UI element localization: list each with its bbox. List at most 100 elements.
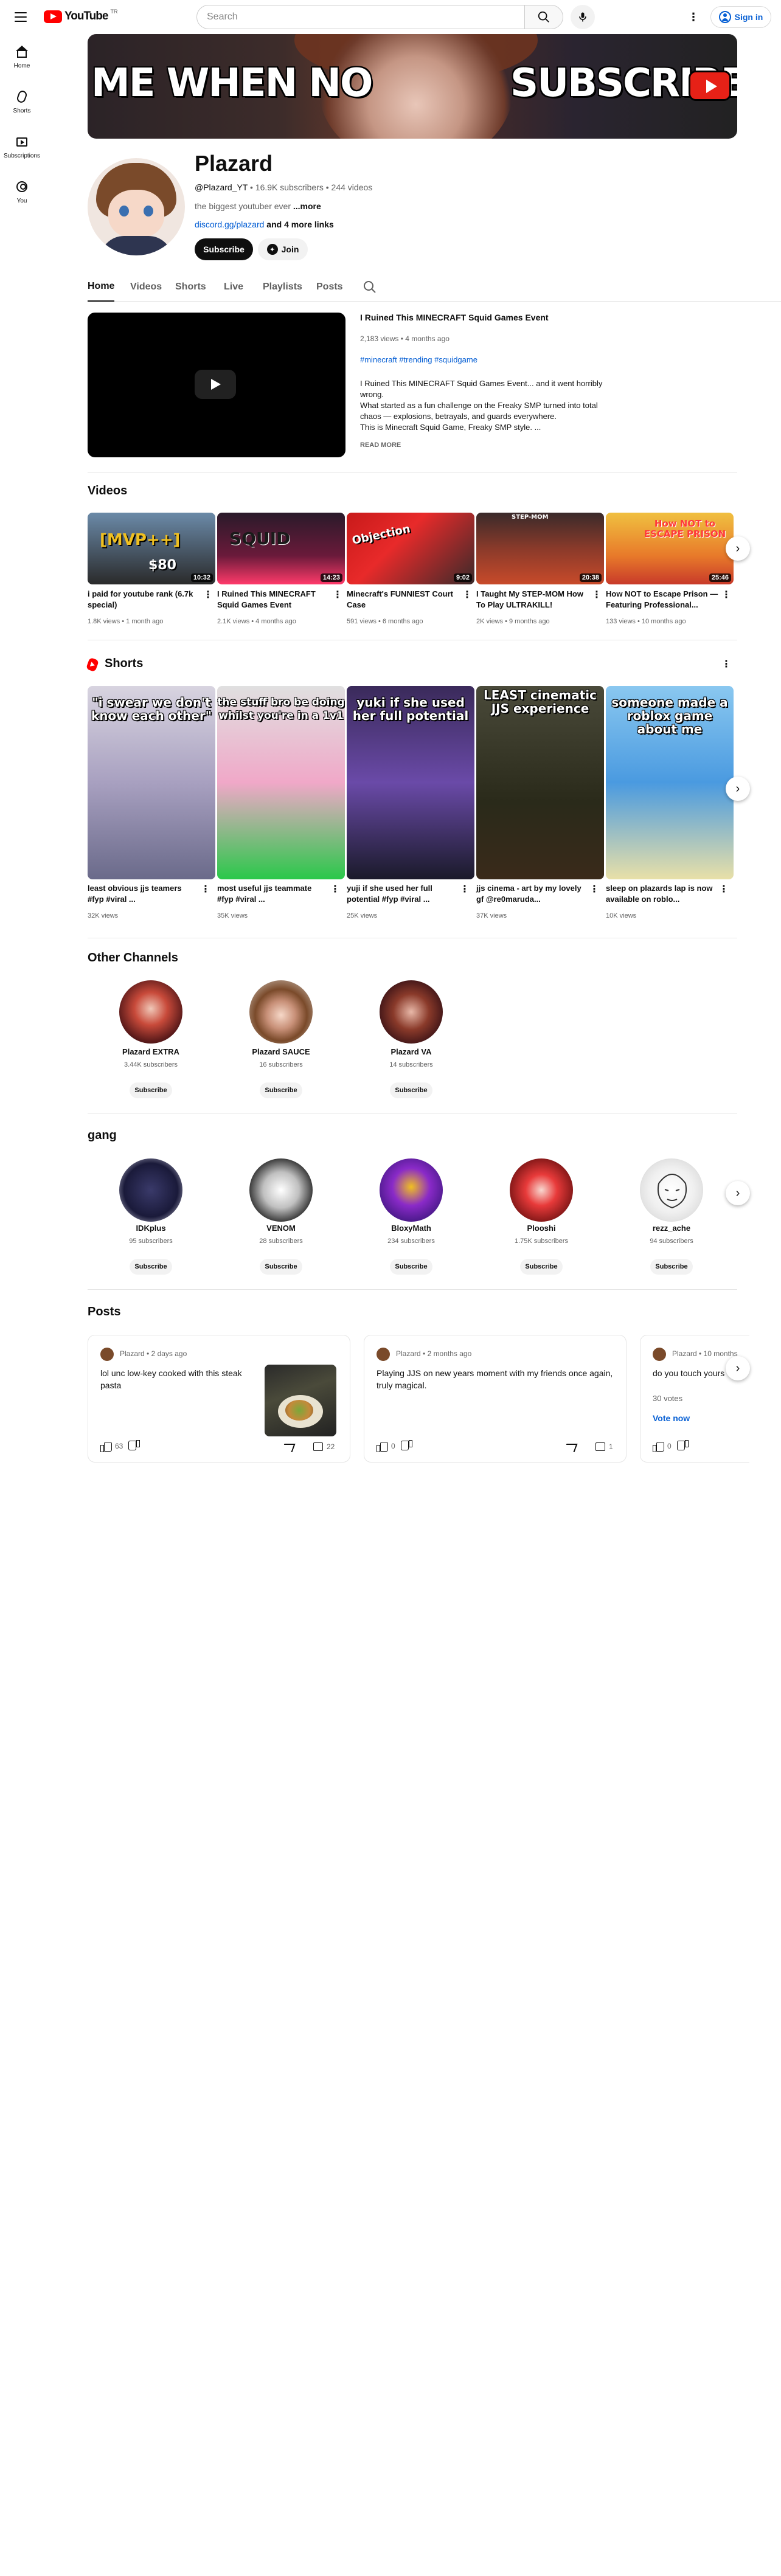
channel-subscribe-button[interactable]: Subscribe [260, 1259, 302, 1275]
short-thumbnail[interactable]: the stuff bro be doing whilst you're in … [217, 686, 345, 879]
shorts-menu-icon[interactable]: ⋮ [721, 658, 731, 670]
channel-subscribe-button[interactable]: Subscribe [260, 1082, 302, 1098]
like-icon[interactable] [653, 1441, 664, 1452]
read-more-link[interactable]: READ MORE [360, 441, 401, 449]
tab-home[interactable]: Home [88, 272, 115, 302]
community-post[interactable]: Plazard • 10 months do you touch yours 3… [640, 1335, 749, 1463]
channel-avatar[interactable] [640, 1158, 703, 1222]
video-menu-icon[interactable]: ⋮ [333, 589, 342, 601]
video-menu-icon[interactable]: ⋮ [592, 589, 602, 601]
featured-video-hashtags[interactable]: #minecraft #trending #squidgame [360, 355, 477, 364]
video-title[interactable]: I Ruined This MINECRAFT Squid Games Even… [217, 589, 330, 611]
youtube-logo[interactable]: YouTube TR [44, 9, 117, 23]
sidebar-item-shorts[interactable]: Shorts [2, 79, 41, 124]
gang-section-title[interactable]: gang [88, 1129, 117, 1143]
channel-subscribe-button[interactable]: Subscribe [650, 1259, 693, 1275]
channel-subscribe-button[interactable]: Subscribe [390, 1259, 432, 1275]
channel-avatar[interactable] [119, 980, 182, 1044]
like-icon[interactable] [100, 1441, 112, 1452]
short-title[interactable]: yuji if she used her full potential #fyp… [347, 883, 456, 905]
carousel-next-button[interactable]: › [726, 777, 750, 801]
dislike-icon[interactable] [129, 1441, 140, 1451]
other-channels-title[interactable]: Other Channels [88, 951, 178, 965]
channel-avatar[interactable] [510, 1158, 573, 1222]
posts-section-title[interactable]: Posts [88, 1305, 120, 1319]
carousel-next-button[interactable]: › [726, 1356, 750, 1380]
sidebar-item-you[interactable]: You [2, 169, 41, 214]
channel-card-name[interactable]: BloxyMath [356, 1224, 466, 1233]
tab-videos[interactable]: Videos [130, 272, 162, 302]
description-more-link[interactable]: ...more [293, 201, 321, 211]
videos-section-title[interactable]: Videos [88, 484, 127, 498]
video-menu-icon[interactable]: ⋮ [203, 589, 213, 601]
short-menu-icon[interactable]: ⋮ [589, 883, 599, 895]
short-menu-icon[interactable]: ⋮ [460, 883, 470, 895]
share-icon[interactable] [563, 1444, 578, 1452]
carousel-next-button[interactable]: › [726, 536, 750, 561]
comment-icon[interactable] [313, 1442, 323, 1451]
channel-card-name[interactable]: Plazard EXTRA [96, 1047, 206, 1056]
voice-search-button[interactable] [571, 5, 595, 29]
settings-menu-icon[interactable]: ⋮ [686, 10, 701, 24]
video-menu-icon[interactable]: ⋮ [462, 589, 472, 601]
join-button[interactable]: ✦ Join [258, 238, 308, 260]
community-post[interactable]: Plazard • 2 months ago Playing JJS on ne… [364, 1335, 627, 1463]
short-menu-icon[interactable]: ⋮ [201, 883, 210, 895]
channel-card-name[interactable]: VENOM [226, 1224, 336, 1233]
dislike-icon[interactable] [401, 1441, 412, 1451]
short-title[interactable]: most useful jjs teammate #fyp #viral ... [217, 883, 327, 905]
video-title[interactable]: I Taught My STEP-MOM How To Play ULTRAKI… [476, 589, 589, 611]
like-icon[interactable] [377, 1441, 388, 1452]
post-image[interactable] [265, 1365, 336, 1436]
video-title[interactable]: How NOT to Escape Prison — Featuring Pro… [606, 589, 719, 611]
video-menu-icon[interactable]: ⋮ [721, 589, 731, 601]
sign-in-button[interactable]: Sign in [710, 6, 771, 28]
channel-subscribe-button[interactable]: Subscribe [130, 1259, 172, 1275]
channel-card-name[interactable]: Plazard VA [356, 1047, 466, 1056]
channel-card-name[interactable]: Plooshi [487, 1224, 596, 1233]
carousel-next-button[interactable]: › [726, 1181, 750, 1205]
video-title[interactable]: i paid for youtube rank (6.7k special) [88, 589, 201, 611]
subscribe-button[interactable]: Subscribe [195, 238, 253, 260]
video-thumbnail[interactable]: SQUID 14:23 [217, 513, 345, 584]
menu-icon[interactable] [12, 9, 29, 26]
community-post[interactable]: Plazard • 2 days ago lol unc low-key coo… [88, 1335, 350, 1463]
channel-card-name[interactable]: Plazard SAUCE [226, 1047, 336, 1056]
channel-avatar[interactable] [249, 1158, 313, 1222]
video-thumbnail[interactable]: STEP-MOM 20:38 [476, 513, 604, 584]
short-title[interactable]: sleep on plazards lap is now available o… [606, 883, 715, 905]
video-thumbnail[interactable]: How NOT to ESCAPE PRISON 25:46 [606, 513, 734, 584]
sidebar-item-home[interactable]: Home [2, 34, 41, 79]
short-title[interactable]: least obvious jjs teamers #fyp #viral ..… [88, 883, 197, 905]
vote-now-link[interactable]: Vote now [653, 1413, 690, 1423]
channel-avatar[interactable] [380, 980, 443, 1044]
channel-description[interactable]: the biggest youtuber ever ...more [195, 201, 321, 211]
channel-search-icon[interactable] [363, 280, 377, 294]
tab-live[interactable]: Live [224, 272, 243, 302]
channel-card-name[interactable]: IDKplus [96, 1224, 206, 1233]
short-title[interactable]: jjs cinema - art by my lovely gf @re0mar… [476, 883, 586, 905]
channel-avatar[interactable] [119, 1158, 182, 1222]
short-thumbnail[interactable]: yuki if she used her full potential [347, 686, 474, 879]
video-title[interactable]: Minecraft's FUNNIEST Court Case [347, 589, 460, 611]
short-menu-icon[interactable]: ⋮ [330, 883, 340, 895]
channel-subscribe-button[interactable]: Subscribe [390, 1082, 432, 1098]
tab-shorts[interactable]: Shorts [175, 272, 206, 302]
dislike-icon[interactable] [678, 1441, 689, 1451]
channel-link[interactable]: discord.gg/plazard [195, 220, 264, 229]
short-thumbnail[interactable]: "i swear we don't know each other" [88, 686, 215, 879]
comment-icon[interactable] [595, 1442, 605, 1451]
video-thumbnail[interactable]: Objection 9:02 [347, 513, 474, 584]
search-button[interactable] [524, 5, 563, 29]
channel-subscribe-button[interactable]: Subscribe [130, 1082, 172, 1098]
video-thumbnail[interactable]: [MVP++] $80 10:32 [88, 513, 215, 584]
tab-playlists[interactable]: Playlists [263, 272, 302, 302]
channel-avatar[interactable] [380, 1158, 443, 1222]
sidebar-item-subscriptions[interactable]: Subscriptions [2, 124, 41, 169]
channel-card-name[interactable]: rezz_ache [617, 1224, 726, 1233]
share-icon[interactable] [281, 1444, 296, 1452]
shorts-section-title[interactable]: Shorts [105, 657, 143, 671]
search-input[interactable]: Search [196, 5, 525, 29]
channel-subscribe-button[interactable]: Subscribe [520, 1259, 563, 1275]
short-thumbnail[interactable]: LEAST cinematic JJS experience [476, 686, 604, 879]
